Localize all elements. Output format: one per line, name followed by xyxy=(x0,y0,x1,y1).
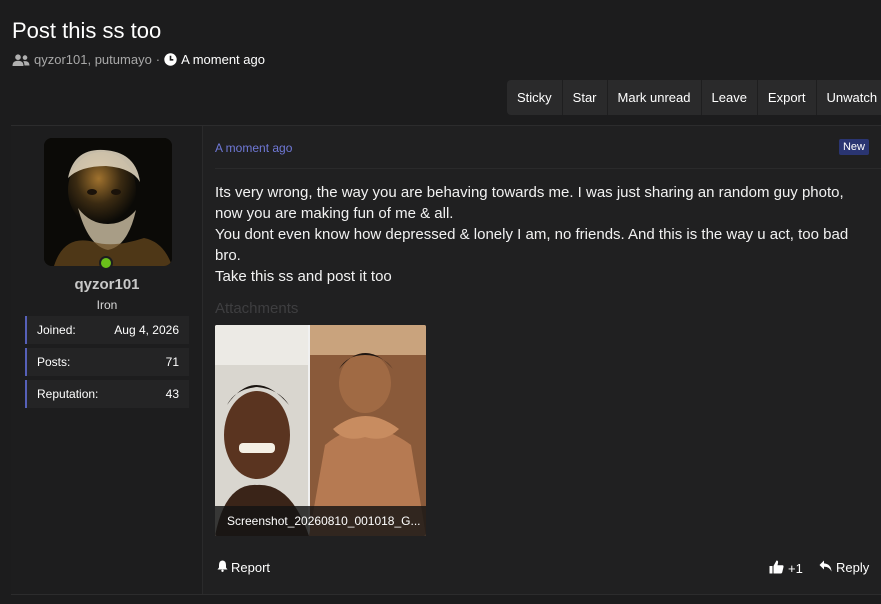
post-header-divider xyxy=(215,168,881,169)
users-icon xyxy=(12,53,30,66)
avatar[interactable] xyxy=(44,138,172,266)
stat-joined: Joined: Aug 4, 2026 xyxy=(25,316,189,344)
thread-meta: qyzor101, putumayo · A moment ago xyxy=(12,52,265,67)
attachment-filename: Screenshot_20260810_001018_G... xyxy=(215,506,426,536)
stat-value: Aug 4, 2026 xyxy=(114,323,179,337)
leave-button[interactable]: Leave xyxy=(700,80,757,115)
export-button[interactable]: Export xyxy=(756,80,816,115)
page-title: Post this ss too xyxy=(12,18,162,43)
clock-icon xyxy=(164,53,177,66)
stat-value: 71 xyxy=(165,355,179,369)
stat-reputation: Reputation: 43 xyxy=(25,380,189,408)
thumbs-up-icon xyxy=(769,560,784,577)
reply-button[interactable]: Reply xyxy=(819,560,869,575)
attachment-thumbnail[interactable]: Screenshot_20260810_001018_G... xyxy=(215,325,426,536)
meta-separator: · xyxy=(155,52,161,67)
attachment-image xyxy=(215,325,426,536)
report-button[interactable]: Report xyxy=(217,560,270,575)
post-body: Its very wrong, the way you are behaving… xyxy=(215,182,865,287)
report-label: Report xyxy=(231,560,271,575)
like-button[interactable]: +1 xyxy=(769,560,803,577)
reply-label: Reply xyxy=(836,560,870,575)
thread-actions-toolbar: Sticky Star Mark unread Leave Export Unw… xyxy=(507,80,881,115)
new-badge: New xyxy=(838,139,869,155)
stat-label: Joined: xyxy=(37,323,76,337)
bell-icon xyxy=(217,560,228,575)
online-status-indicator xyxy=(99,256,113,270)
post-paragraph: Take this ss and post it too xyxy=(215,268,392,285)
thread-time: A moment ago xyxy=(181,52,265,67)
unwatch-button[interactable]: Unwatch xyxy=(815,80,881,115)
star-button[interactable]: Star xyxy=(561,80,607,115)
post: qyzor101 Iron Joined: Aug 4, 2026 Posts:… xyxy=(11,125,881,595)
mark-unread-button[interactable]: Mark unread xyxy=(606,80,701,115)
reply-arrow-icon xyxy=(819,560,832,575)
thread-participants[interactable]: qyzor101, putumayo xyxy=(34,52,152,67)
like-count: +1 xyxy=(788,561,803,576)
author-panel: qyzor101 Iron Joined: Aug 4, 2026 Posts:… xyxy=(11,126,203,594)
post-timestamp[interactable]: A moment ago xyxy=(215,141,292,155)
post-paragraph: You dont even know how depressed & lonel… xyxy=(215,226,849,264)
post-paragraph: Its very wrong, the way you are behaving… xyxy=(215,184,844,222)
author-username[interactable]: qyzor101 xyxy=(11,276,203,293)
stat-label: Reputation: xyxy=(37,387,99,401)
sticky-button[interactable]: Sticky xyxy=(507,80,562,115)
stat-posts: Posts: 71 xyxy=(25,348,189,376)
author-rank: Iron xyxy=(96,298,118,312)
attachments-heading: Attachments xyxy=(215,300,299,317)
post-content: A moment ago New Its very wrong, the way… xyxy=(203,126,881,594)
stat-label: Posts: xyxy=(37,355,71,369)
stat-value: 43 xyxy=(165,387,179,401)
